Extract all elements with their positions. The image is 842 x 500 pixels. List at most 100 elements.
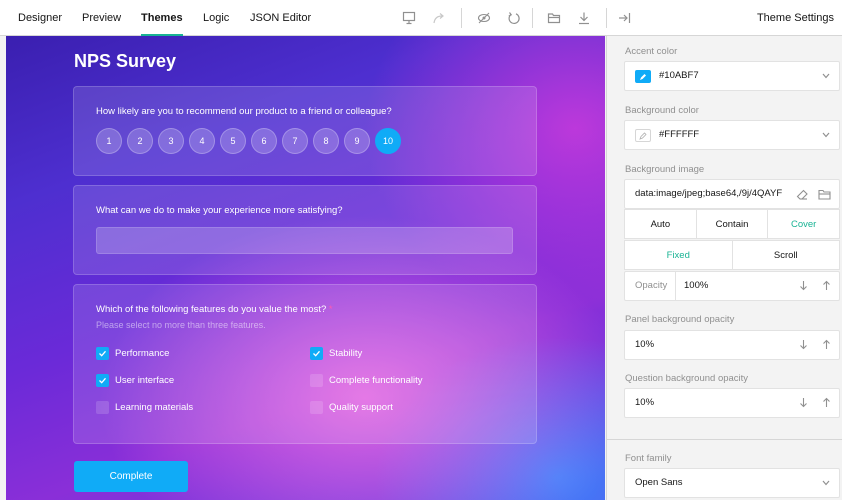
checkbox-stability[interactable]: Stability	[310, 347, 362, 360]
checkbox-label: Complete functionality	[329, 375, 423, 386]
checkbox-complete-functionality[interactable]: Complete functionality	[310, 374, 422, 387]
toolbar-separator	[532, 8, 533, 28]
rating-item[interactable]: 2	[127, 128, 153, 154]
opacity-value: 100%	[684, 280, 709, 291]
rating-item[interactable]: 8	[313, 128, 339, 154]
rating-item[interactable]: 4	[189, 128, 215, 154]
toolbar-separator	[461, 8, 462, 28]
rating-item[interactable]: 7	[282, 128, 308, 154]
check-icon	[96, 347, 109, 360]
rating-item[interactable]: 6	[251, 128, 277, 154]
checkbox-learning-materials[interactable]: Learning materials	[96, 401, 193, 414]
open-folder-icon[interactable]	[818, 188, 831, 204]
panel-opacity-value: 10%	[635, 339, 655, 350]
top-toolbar: Designer Preview Themes Logic JSON Edito…	[0, 0, 842, 36]
chevron-down-icon	[822, 480, 830, 486]
color-swatch[interactable]	[635, 129, 651, 142]
arrow-down-icon[interactable]	[799, 397, 808, 408]
image-attachment-selector: Fixed Scroll	[624, 240, 840, 270]
pencil-icon	[640, 73, 646, 80]
checkbox-quality-support[interactable]: Quality support	[310, 401, 393, 414]
comment-input[interactable]	[96, 227, 513, 254]
question-panel-features: Which of the following features do you v…	[73, 284, 537, 444]
question-title: How likely are you to recommend our prod…	[96, 106, 392, 117]
question-title: Which of the following features do you v…	[96, 304, 333, 315]
tab-preview[interactable]: Preview	[82, 0, 121, 36]
undo-icon[interactable]	[505, 9, 523, 27]
background-image-label: Background image	[625, 164, 705, 175]
checkbox-user-interface[interactable]: User interface	[96, 374, 174, 387]
checkbox-box	[96, 401, 109, 414]
clear-icon[interactable]	[796, 188, 809, 204]
rating-item[interactable]: 3	[158, 128, 184, 154]
font-family-label: Font family	[625, 453, 672, 464]
opacity-field[interactable]: Opacity 100%	[624, 271, 840, 301]
field-divider	[675, 272, 676, 300]
accent-color-field[interactable]: #10ABF7	[624, 61, 840, 91]
accent-color-label: Accent color	[625, 46, 678, 57]
checkbox-label: Performance	[115, 348, 170, 359]
rating-item-selected[interactable]: 10	[375, 128, 401, 154]
question-opacity-field[interactable]: 10%	[624, 388, 840, 418]
checkbox-label: User interface	[115, 375, 175, 386]
panel-opacity-label: Panel background opacity	[625, 314, 735, 325]
check-icon	[96, 374, 109, 387]
color-swatch[interactable]	[635, 70, 651, 83]
arrow-down-icon[interactable]	[799, 339, 808, 350]
background-color-value: #FFFFFF	[659, 129, 700, 140]
attachment-option-fixed[interactable]: Fixed	[625, 241, 733, 269]
toolbar-separator	[606, 8, 607, 28]
section-divider	[607, 439, 842, 440]
theme-settings-panel: Accent color #10ABF7 Background color #F…	[606, 36, 842, 500]
rating-item[interactable]: 9	[344, 128, 370, 154]
accent-color-value: #10ABF7	[659, 70, 699, 81]
pencil-icon	[639, 131, 647, 140]
arrow-up-icon[interactable]	[822, 397, 831, 408]
image-fit-selector: Auto Contain Cover	[624, 209, 840, 239]
question-opacity-value: 10%	[635, 397, 655, 408]
checkbox-label: Learning materials	[115, 402, 194, 413]
required-mark: *	[328, 304, 333, 315]
collapse-panel-icon[interactable]	[615, 9, 633, 27]
chevron-down-icon	[822, 73, 830, 79]
rating-item[interactable]: 1	[96, 128, 122, 154]
tab-logic[interactable]: Logic	[203, 0, 229, 36]
complete-button[interactable]: Complete	[74, 461, 188, 492]
panel-title: Theme Settings	[756, 12, 834, 24]
question-opacity-label: Question background opacity	[625, 373, 749, 384]
font-family-field[interactable]: Open Sans	[624, 468, 840, 498]
font-family-value: Open Sans	[635, 477, 683, 488]
checkbox-label: Quality support	[329, 402, 393, 413]
background-color-label: Background color	[625, 105, 699, 116]
question-panel-nps: How likely are you to recommend our prod…	[73, 86, 537, 176]
check-icon	[310, 347, 323, 360]
download-icon[interactable]	[575, 9, 593, 27]
device-icon[interactable]	[400, 9, 418, 27]
checkbox-label: Stability	[329, 348, 363, 359]
open-folder-icon[interactable]	[545, 9, 563, 27]
fit-option-auto[interactable]: Auto	[625, 210, 697, 238]
background-color-field[interactable]: #FFFFFF	[624, 120, 840, 150]
tab-themes[interactable]: Themes	[141, 0, 183, 36]
checkbox-performance[interactable]: Performance	[96, 347, 169, 360]
survey-title: NPS Survey	[74, 51, 177, 71]
survey-preview: NPS Survey How likely are you to recomme…	[6, 36, 605, 500]
arrow-down-icon[interactable]	[799, 280, 808, 291]
checkbox-box	[310, 374, 323, 387]
panel-opacity-field[interactable]: 10%	[624, 330, 840, 360]
redo-icon[interactable]	[430, 9, 448, 27]
arrow-up-icon[interactable]	[822, 339, 831, 350]
attachment-option-scroll[interactable]: Scroll	[733, 241, 840, 269]
background-image-value: data:image/jpeg;base64,/9j/4QAYF	[635, 188, 783, 199]
fit-option-contain[interactable]: Contain	[697, 210, 769, 238]
background-image-field[interactable]: data:image/jpeg;base64,/9j/4QAYF	[624, 179, 840, 209]
rating-scale: 1 2 3 4 5 6 7 8 9 10	[96, 128, 401, 154]
rating-item[interactable]: 5	[220, 128, 246, 154]
hide-icon[interactable]	[475, 9, 493, 27]
tab-json-editor[interactable]: JSON Editor	[250, 0, 311, 36]
tab-designer[interactable]: Designer	[18, 0, 62, 36]
fit-option-cover[interactable]: Cover	[768, 210, 839, 238]
arrow-up-icon[interactable]	[822, 280, 831, 291]
checkbox-box	[310, 401, 323, 414]
question-panel-comment: What can we do to make your experience m…	[73, 185, 537, 275]
